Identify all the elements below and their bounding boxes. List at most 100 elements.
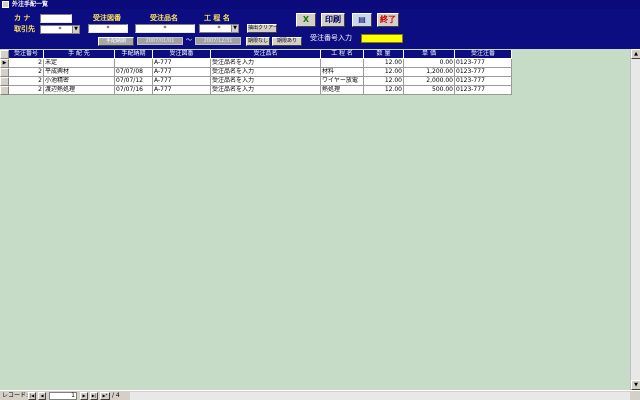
no-deadline-button[interactable]: 期限なし: [246, 37, 270, 46]
table-cell[interactable]: 12.00: [364, 68, 404, 77]
clear-filter-button[interactable]: 抽出クリアー: [247, 24, 278, 33]
column-header[interactable]: 受注図番: [153, 50, 211, 59]
scroll-down-icon[interactable]: ▼: [631, 380, 640, 390]
date-separator: ～: [186, 37, 193, 44]
table-row[interactable]: 2 小池精密 07/07/12 A-777 受注品名を入力 ワイヤー放電 12.00 2,00…: [0, 77, 512, 86]
torihiki-label: 取引先: [14, 25, 35, 33]
excel-export-button[interactable]: X: [296, 13, 316, 27]
table-cell[interactable]: 2: [9, 86, 44, 95]
window-title: 外注手配一覧: [12, 1, 49, 8]
last-record-icon[interactable]: ▶|: [90, 392, 98, 400]
table-cell[interactable]: [115, 59, 153, 68]
column-header[interactable]: 受注注番: [455, 50, 512, 59]
table-cell[interactable]: 0.00: [404, 59, 455, 68]
date-to-input[interactable]: 2007/12/31: [195, 37, 241, 45]
table-cell[interactable]: 12.00: [364, 59, 404, 68]
horizontal-scrollbar[interactable]: [130, 392, 630, 400]
record-navigator: レコード: |◀ ◀ 1 ▶ ▶| ▶* / 4: [0, 390, 640, 400]
table-cell[interactable]: 受注品名を入力: [211, 77, 321, 86]
table-cell[interactable]: 07/07/16: [115, 86, 153, 95]
table-cell[interactable]: 渡辺熱処理: [44, 86, 115, 95]
table-cell[interactable]: 0123-777: [455, 77, 512, 86]
kana-label: カ ナ: [14, 14, 31, 22]
table-cell[interactable]: 受注品名を入力: [211, 68, 321, 77]
table-cell[interactable]: 2: [9, 77, 44, 86]
table-row[interactable]: ▶ 2 未定 A-777 受注品名を入力 12.00 0.00 0123-777: [0, 59, 512, 68]
table-cell[interactable]: A-777: [153, 68, 211, 77]
table-cell[interactable]: ワイヤー放電: [321, 77, 364, 86]
filter-panel: カ ナ 取引先 * ▼ 受注図番 * 受注品名 * 工 程 名 * ▼ 抽出クリ…: [0, 9, 640, 49]
table-cell[interactable]: A-777: [153, 59, 211, 68]
record-label: レコード:: [2, 392, 29, 399]
table-cell[interactable]: 2: [9, 68, 44, 77]
grid-view-button[interactable]: ▤: [352, 13, 372, 27]
torihiki-select[interactable]: * ▼: [40, 25, 80, 34]
table-cell[interactable]: 受注品名を入力: [211, 59, 321, 68]
with-deadline-button[interactable]: 期限あり: [272, 37, 302, 46]
form-icon: [2, 1, 9, 8]
next-record-icon[interactable]: ▶: [80, 392, 88, 400]
column-header[interactable]: 数 量: [364, 50, 404, 59]
exit-button[interactable]: 終了: [377, 13, 399, 27]
table-row[interactable]: 2 渡辺熱処理 07/07/16 A-777 受注品名を入力 熱処理 12.00 500.00…: [0, 86, 512, 95]
kana-input[interactable]: [40, 14, 72, 23]
row-selector[interactable]: [0, 77, 9, 86]
row-selector[interactable]: [0, 86, 9, 95]
table-cell[interactable]: 2,000.00: [404, 77, 455, 86]
table-cell[interactable]: 0123-777: [455, 68, 512, 77]
new-record-icon[interactable]: ▶*: [100, 392, 110, 400]
column-header[interactable]: 手 配 先: [44, 50, 115, 59]
table-cell[interactable]: 2: [9, 59, 44, 68]
noki-label-button[interactable]: 手配納期: [98, 37, 134, 46]
table-cell[interactable]: A-777: [153, 77, 211, 86]
first-record-icon[interactable]: |◀: [28, 392, 36, 400]
record-total: / 4: [112, 392, 120, 399]
table-cell[interactable]: 1,200.00: [404, 68, 455, 77]
zuban-input[interactable]: *: [88, 24, 128, 33]
order-number-input[interactable]: [361, 34, 403, 43]
table-cell[interactable]: 07/07/08: [115, 68, 153, 77]
chevron-down-icon[interactable]: ▼: [72, 26, 79, 33]
kotei-value: *: [217, 25, 221, 32]
table-cell[interactable]: 材料: [321, 68, 364, 77]
table-cell[interactable]: 07/07/12: [115, 77, 153, 86]
hinmei-value: *: [163, 25, 167, 32]
current-record-input[interactable]: 1: [49, 392, 77, 400]
table-cell[interactable]: 0123-777: [455, 59, 512, 68]
table-cell[interactable]: 12.00: [364, 86, 404, 95]
print-button[interactable]: 印刷: [321, 13, 345, 27]
table-cell[interactable]: 0123-777: [455, 86, 512, 95]
table-cell[interactable]: 平成興材: [44, 68, 115, 77]
column-header[interactable]: 手配納期: [115, 50, 153, 59]
prev-record-icon[interactable]: ◀: [38, 392, 46, 400]
vertical-scrollbar[interactable]: ▲ ▼: [630, 49, 640, 390]
date-from-input[interactable]: 2007/01/01: [137, 37, 183, 45]
kotei-select[interactable]: * ▼: [199, 24, 239, 33]
zuban-label: 受注図番: [93, 14, 121, 22]
table-cell[interactable]: 受注品名を入力: [211, 86, 321, 95]
table-cell[interactable]: 未定: [44, 59, 115, 68]
grid-icon: ▤: [358, 15, 366, 24]
app-window: 外注手配一覧 カ ナ 取引先 * ▼ 受注図番 * 受注品名 * 工 程 名 *…: [0, 0, 640, 400]
row-selector[interactable]: ▶: [0, 59, 9, 68]
kotei-label: 工 程 名: [204, 14, 230, 22]
table-cell[interactable]: 12.00: [364, 77, 404, 86]
column-header[interactable]: 工 程 名: [321, 50, 364, 59]
table-cell[interactable]: 熱処理: [321, 86, 364, 95]
title-bar: 外注手配一覧: [0, 0, 640, 9]
table-cell[interactable]: A-777: [153, 86, 211, 95]
torihiki-value: *: [58, 26, 62, 33]
table-cell[interactable]: 小池精密: [44, 77, 115, 86]
table-cell[interactable]: 500.00: [404, 86, 455, 95]
row-selector[interactable]: [0, 68, 9, 77]
column-header[interactable]: 受注番号: [9, 50, 44, 59]
scroll-up-icon[interactable]: ▲: [631, 49, 640, 59]
hinmei-input[interactable]: *: [135, 24, 195, 33]
column-header[interactable]: 単 価: [404, 50, 455, 59]
table-row[interactable]: 2 平成興材 07/07/08 A-777 受注品名を入力 材料 12.00 1,200.00…: [0, 68, 512, 77]
zuban-value: *: [106, 25, 110, 32]
table-header: 受注番号手 配 先手配納期 受注図番 受注品名工 程 名数 量単 価受注注番: [0, 50, 512, 59]
column-header[interactable]: 受注品名: [211, 50, 321, 59]
chevron-down-icon[interactable]: ▼: [231, 25, 238, 32]
table-cell[interactable]: [321, 59, 364, 68]
